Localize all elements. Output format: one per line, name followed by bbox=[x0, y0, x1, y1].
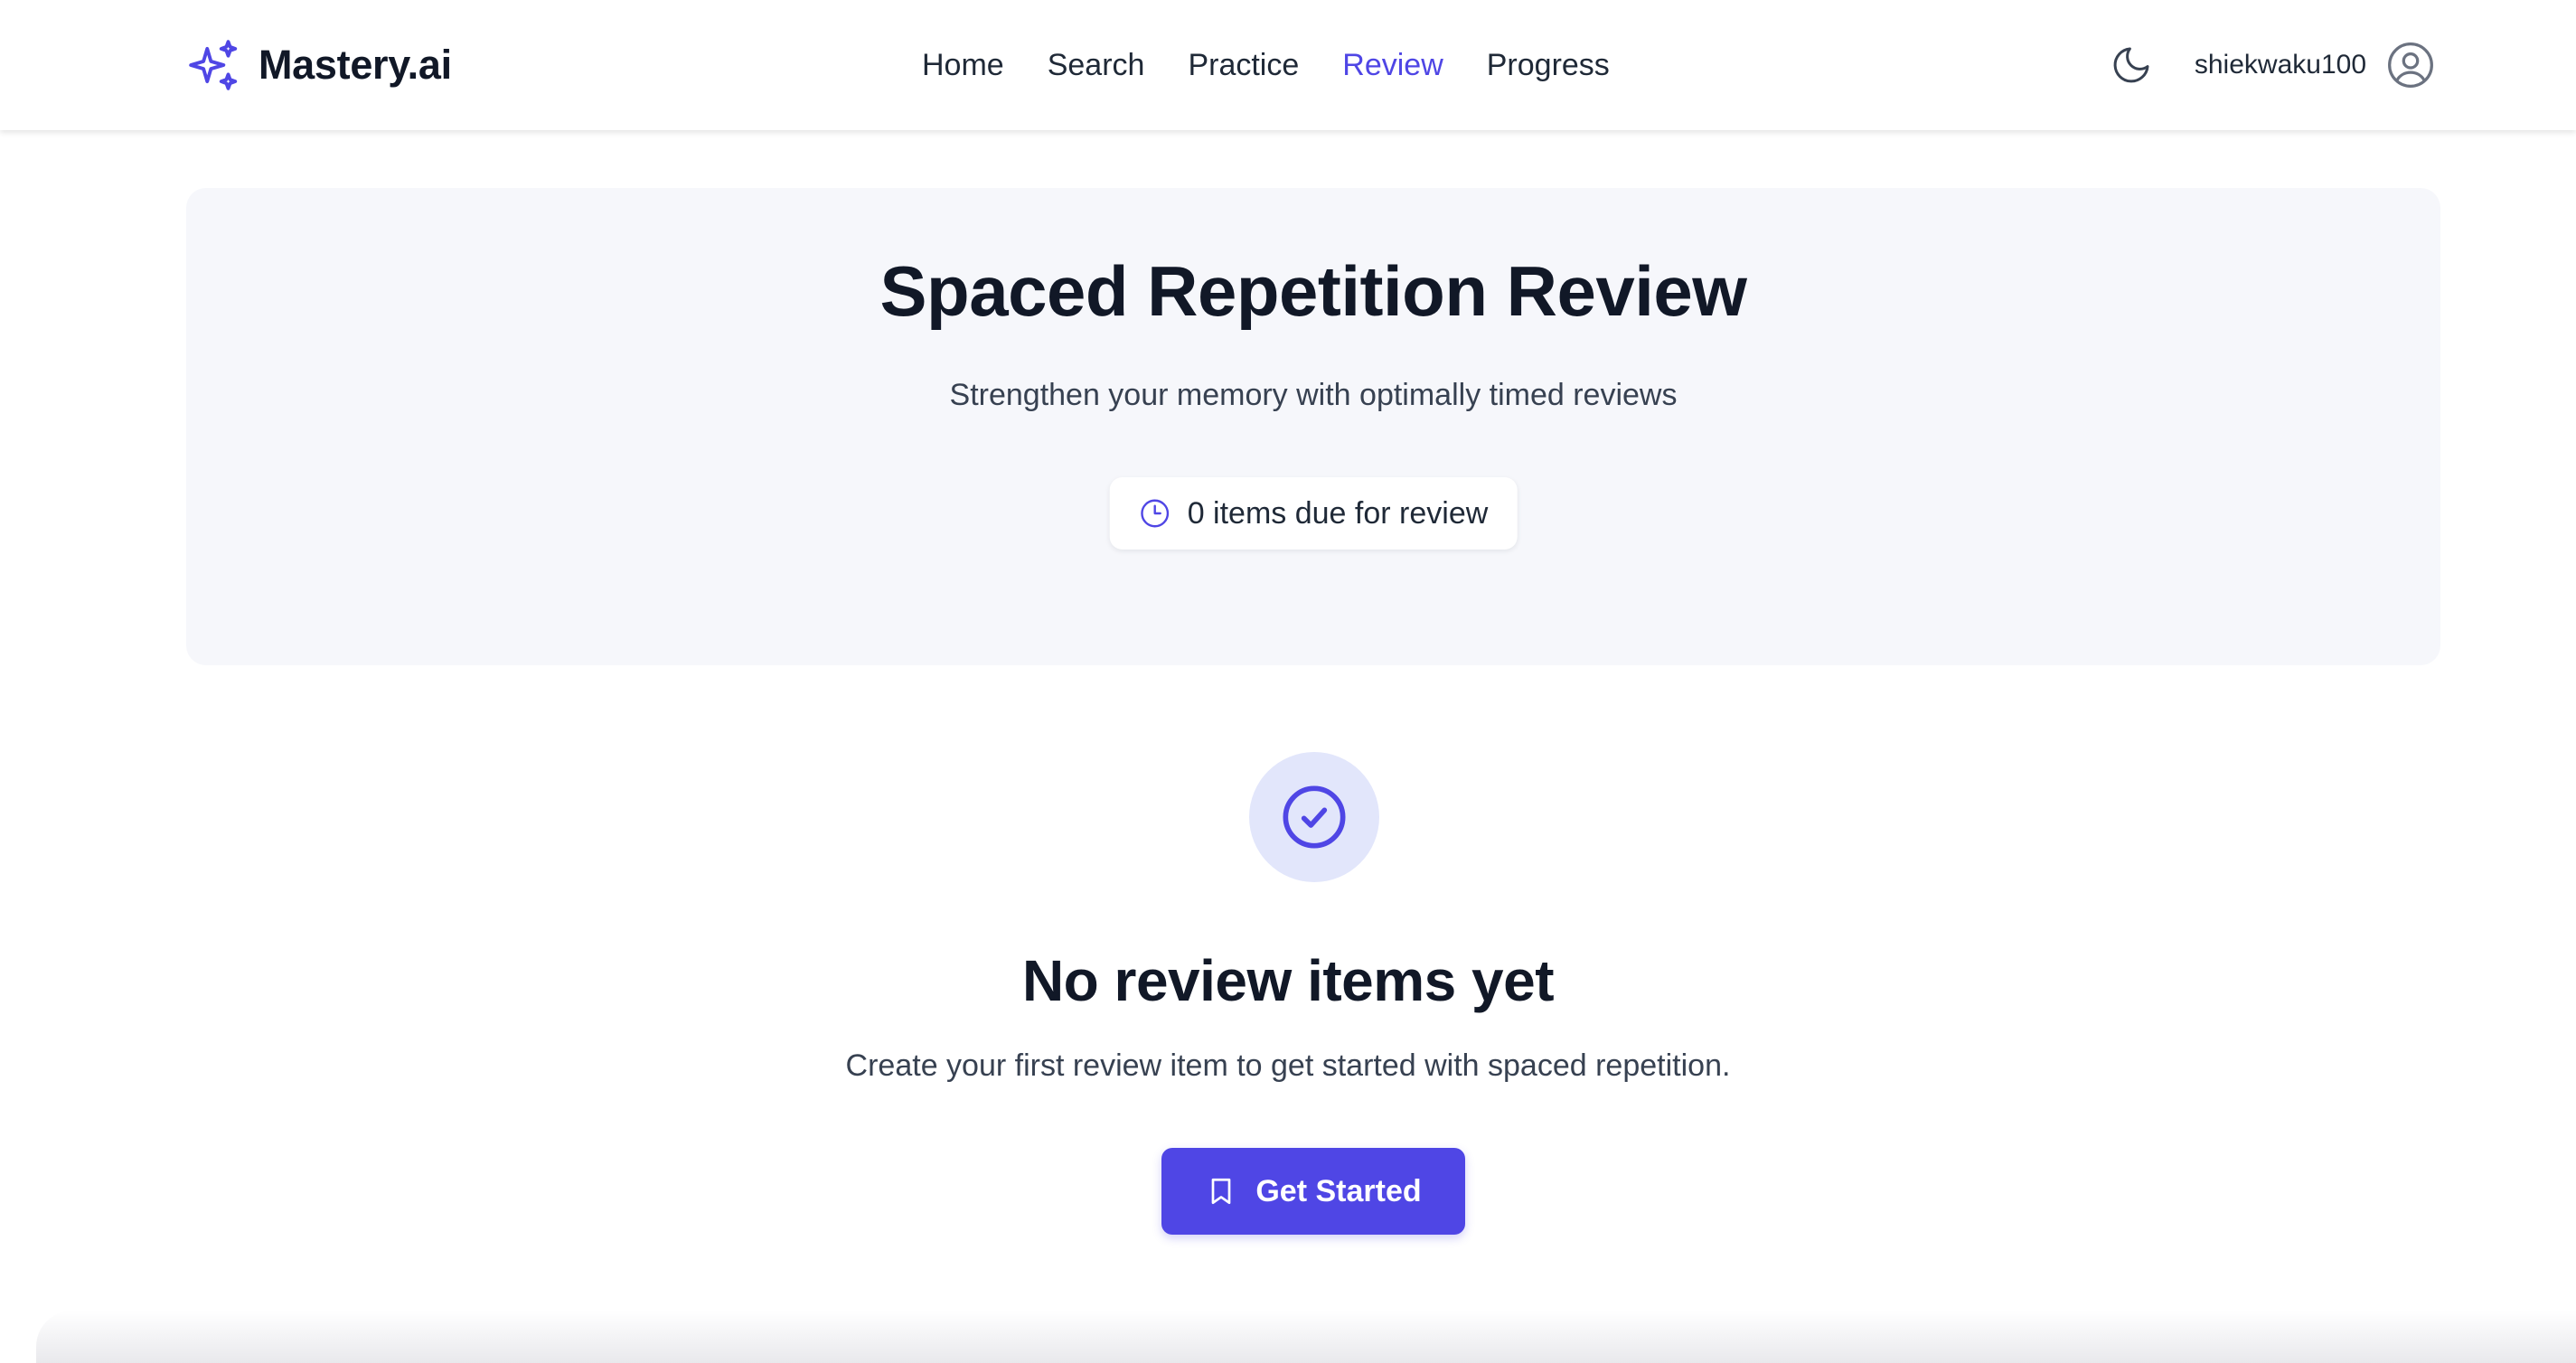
sparkles-icon bbox=[189, 40, 238, 90]
page-title: Spaced Repetition Review bbox=[879, 251, 1747, 331]
due-count-text: 0 items due for review bbox=[1187, 495, 1489, 531]
nav-link-review[interactable]: Review bbox=[1342, 48, 1443, 83]
empty-state-description: Create your first review item to get sta… bbox=[845, 1048, 1731, 1083]
due-count-badge: 0 items due for review bbox=[1109, 477, 1518, 550]
brand-logo[interactable]: Mastery.ai bbox=[186, 36, 452, 94]
empty-state-icon-badge bbox=[1249, 752, 1379, 882]
username: shiekwaku100 bbox=[2194, 50, 2366, 80]
main-nav: Home Search Practice Review Progress bbox=[922, 40, 1610, 90]
nav-link-search[interactable]: Search bbox=[1048, 48, 1145, 83]
user-avatar-button[interactable] bbox=[2384, 39, 2437, 91]
get-started-label: Get Started bbox=[1255, 1173, 1422, 1208]
top-navbar: Mastery.ai Home Search Practice Review P… bbox=[0, 0, 2576, 130]
get-started-button[interactable]: Get Started bbox=[1161, 1148, 1465, 1235]
review-hero-panel: Spaced Repetition Review Strengthen your… bbox=[186, 188, 2440, 665]
brand-name: Mastery.ai bbox=[259, 42, 452, 88]
theme-toggle-button[interactable] bbox=[2104, 38, 2158, 92]
nav-link-home[interactable]: Home bbox=[922, 48, 1004, 83]
nav-link-practice[interactable]: Practice bbox=[1188, 48, 1299, 83]
empty-state-title: No review items yet bbox=[1021, 948, 1555, 1013]
nav-link-progress[interactable]: Progress bbox=[1487, 48, 1610, 83]
check-circle-icon bbox=[1283, 785, 1346, 849]
nav-user-area: shiekwaku100 bbox=[2104, 36, 2437, 94]
bottom-edge-shadow bbox=[36, 1311, 2576, 1363]
clock-icon bbox=[1141, 499, 1170, 528]
user-circle-icon bbox=[2388, 42, 2433, 88]
page-subtitle: Strengthen your memory with optimally ti… bbox=[949, 378, 1678, 412]
bookmark-icon bbox=[1212, 1178, 1231, 1205]
moon-icon bbox=[2113, 47, 2149, 83]
